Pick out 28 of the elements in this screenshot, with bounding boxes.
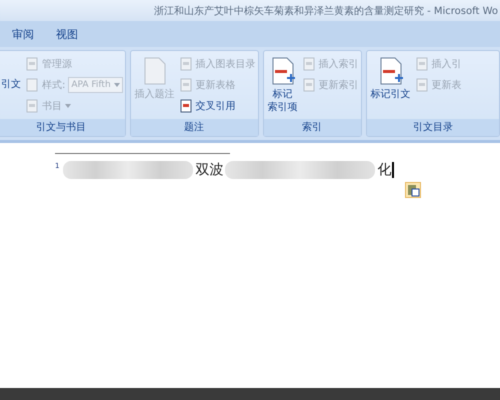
group-label: 题注 — [130, 119, 258, 136]
group-label: 引文目录 — [366, 119, 499, 136]
style-label: 样式: — [42, 78, 66, 92]
group-label: 索引 — [264, 119, 361, 136]
document-icon — [414, 57, 429, 71]
caret-icon — [114, 83, 120, 87]
ribbon-button[interactable]: 标记引文 — [368, 54, 413, 103]
footnote-marker: 1 — [55, 162, 60, 170]
ribbon-button[interactable]: 标记 索引项 — [266, 54, 300, 116]
document-icon — [302, 78, 316, 92]
ribbon-tab[interactable]: 审阅 — [8, 24, 38, 44]
document-icon — [302, 57, 316, 71]
ribbon-button[interactable]: 交叉引用 — [178, 96, 236, 116]
document-icon — [25, 78, 39, 92]
group-label: 引文与书目 — [0, 119, 125, 136]
document-icon — [25, 99, 39, 113]
text-cursor — [392, 162, 394, 178]
document-icon — [25, 57, 39, 71]
window-title: 浙江和山东产艾叶中棕矢车菊素和异泽兰黄素的含量测定研究 - Microsoft Wo — [154, 4, 498, 18]
footnote-text: 化 — [377, 161, 392, 179]
document-icon — [178, 99, 193, 113]
document-icon — [178, 57, 193, 71]
document-icon — [414, 78, 429, 92]
document-icon — [178, 78, 193, 92]
ribbon-button[interactable]: 引文 — [0, 54, 23, 93]
paste-options-icon[interactable] — [405, 182, 421, 198]
footnote-text: 双波 — [195, 161, 224, 179]
ribbon-tab[interactable]: 视图 — [52, 24, 82, 44]
